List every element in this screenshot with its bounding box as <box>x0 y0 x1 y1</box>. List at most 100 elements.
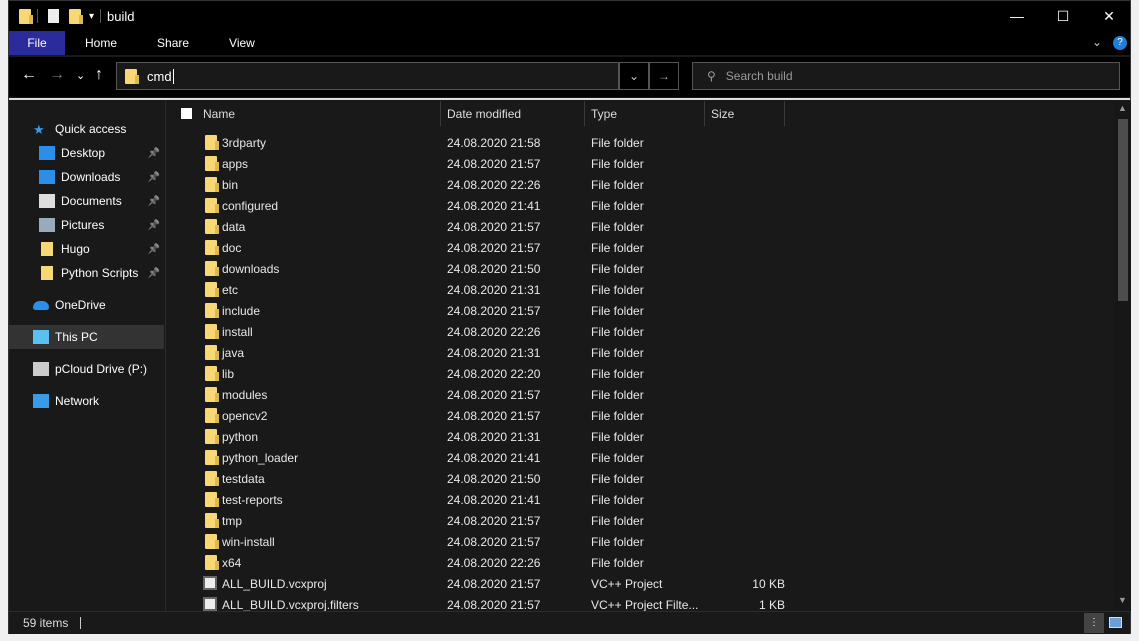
file-name: include <box>222 304 261 318</box>
file-type: File folder <box>591 346 644 360</box>
tab-home[interactable]: Home <box>65 31 137 55</box>
address-input[interactable]: cmd <box>147 68 174 84</box>
address-bar[interactable]: cmd <box>116 62 619 90</box>
file-date: 24.08.2020 21:41 <box>447 199 541 213</box>
sidebar-item-onedrive[interactable]: OneDrive <box>9 293 164 317</box>
file-type: File folder <box>591 556 644 570</box>
file-type: File folder <box>591 157 644 171</box>
pin-icon[interactable]: 📌 <box>148 268 160 279</box>
properties-icon[interactable] <box>48 9 59 23</box>
pin-icon[interactable]: 📌 <box>148 148 160 159</box>
file-date: 24.08.2020 21:57 <box>447 157 541 171</box>
pin-icon[interactable]: 📌 <box>148 196 160 207</box>
file-row[interactable]: apps 24.08.2020 21:57 File folder <box>167 153 1114 174</box>
file-date: 24.08.2020 21:50 <box>447 262 541 276</box>
column-header-type[interactable]: Type <box>591 107 617 121</box>
file-row[interactable]: bin 24.08.2020 22:26 File folder <box>167 174 1114 195</box>
search-box[interactable]: ⚲ Search build <box>692 62 1120 90</box>
scroll-down-icon[interactable]: ▼ <box>1118 595 1127 605</box>
sidebar-item-network[interactable]: Network <box>9 389 164 413</box>
column-header-size[interactable]: Size <box>711 107 734 121</box>
file-type: File folder <box>591 220 644 234</box>
file-row[interactable]: doc 24.08.2020 21:57 File folder <box>167 237 1114 258</box>
sidebar-item-hugo[interactable]: Hugo 📌 <box>9 237 164 261</box>
pin-icon[interactable]: 📌 <box>148 244 160 255</box>
file-type: File folder <box>591 325 644 339</box>
folder-icon <box>41 266 53 280</box>
file-row[interactable]: downloads 24.08.2020 21:50 File folder <box>167 258 1114 279</box>
file-row[interactable]: x64 24.08.2020 22:26 File folder <box>167 552 1114 573</box>
sidebar-item-label: Documents <box>61 194 122 208</box>
expand-ribbon-icon[interactable]: ⌄ <box>1092 35 1102 49</box>
file-row[interactable]: java 24.08.2020 21:31 File folder <box>167 342 1114 363</box>
sidebar-item-pcloud-drive-p[interactable]: pCloud Drive (P:) <box>9 357 164 381</box>
close-button[interactable]: ✕ <box>1086 1 1132 31</box>
sidebar-item-python-scripts[interactable]: Python Scripts 📌 <box>9 261 164 285</box>
file-row[interactable]: tmp 24.08.2020 21:57 File folder <box>167 510 1114 531</box>
file-row[interactable]: etc 24.08.2020 21:31 File folder <box>167 279 1114 300</box>
forward-button[interactable]: → <box>49 66 65 84</box>
column-header-name[interactable]: Name <box>203 107 235 121</box>
scroll-up-icon[interactable]: ▲ <box>1118 103 1127 113</box>
document-icon <box>39 194 55 208</box>
file-row[interactable]: ALL_BUILD.vcxproj 24.08.2020 21:57 VC++ Pr… <box>167 573 1114 594</box>
file-type: File folder <box>591 262 644 276</box>
file-date: 24.08.2020 21:57 <box>447 409 541 423</box>
maximize-button[interactable]: ☐ <box>1040 1 1086 31</box>
sidebar-item-label: Network <box>55 394 100 408</box>
search-input[interactable]: Search build <box>726 69 793 83</box>
file-row[interactable]: install 24.08.2020 22:26 File folder <box>167 321 1114 342</box>
file-name: python_loader <box>222 451 299 465</box>
sidebar-item-pictures[interactable]: Pictures 📌 <box>9 213 164 237</box>
file-type: VC++ Project Filte... <box>591 598 699 611</box>
project-file-icon <box>203 597 217 611</box>
file-row[interactable]: include 24.08.2020 21:57 File folder <box>167 300 1114 321</box>
help-icon[interactable]: ? <box>1113 36 1127 50</box>
file-date: 24.08.2020 21:58 <box>447 136 541 150</box>
sidebar-item-downloads[interactable]: Downloads 📌 <box>9 165 164 189</box>
up-button[interactable]: ↑ <box>95 66 103 84</box>
vertical-scrollbar[interactable]: ▲ ▼ <box>1114 101 1131 611</box>
column-headers: ^ Name Date modified Type Size <box>167 101 1114 126</box>
pin-icon[interactable]: 📌 <box>148 172 160 183</box>
address-dropdown-button[interactable]: ⌄ <box>619 62 649 90</box>
file-row[interactable]: data 24.08.2020 21:57 File folder <box>167 216 1114 237</box>
file-row[interactable]: ALL_BUILD.vcxproj.filters 24.08.2020 21:5… <box>167 594 1114 611</box>
back-button[interactable]: ← <box>21 66 37 84</box>
sidebar-item-quick-access[interactable]: ★ Quick access <box>9 117 164 141</box>
file-row[interactable]: modules 24.08.2020 21:57 File folder <box>167 384 1114 405</box>
details-view-button[interactable]: ⋮ <box>1084 613 1104 633</box>
sidebar-item-label: Pictures <box>61 218 105 232</box>
file-name: etc <box>222 283 239 297</box>
tab-share[interactable]: Share <box>137 31 209 55</box>
file-row[interactable]: lib 24.08.2020 22:20 File folder <box>167 363 1114 384</box>
file-date: 24.08.2020 22:26 <box>447 325 541 339</box>
go-button[interactable]: → <box>649 62 679 90</box>
pin-icon[interactable]: 📌 <box>148 220 160 231</box>
large-icons-view-button[interactable] <box>1109 617 1122 628</box>
file-row[interactable]: opencv2 24.08.2020 21:57 File folder <box>167 405 1114 426</box>
sidebar-item-this-pc[interactable]: This PC <box>9 325 164 349</box>
file-row[interactable]: python 24.08.2020 21:31 File folder <box>167 426 1114 447</box>
file-row[interactable]: test-reports 24.08.2020 21:41 File folder <box>167 489 1114 510</box>
sidebar-item-documents[interactable]: Documents 📌 <box>9 189 164 213</box>
column-header-date[interactable]: Date modified <box>447 107 521 121</box>
file-row[interactable]: configured 24.08.2020 21:41 File folder <box>167 195 1114 216</box>
minimize-button[interactable]: — <box>994 1 1040 31</box>
file-row[interactable]: 3rdparty 24.08.2020 21:58 File folder <box>167 132 1114 153</box>
scrollbar-thumb[interactable] <box>1118 119 1128 301</box>
file-row[interactable]: testdata 24.08.2020 21:50 File folder <box>167 468 1114 489</box>
new-folder-icon[interactable] <box>69 8 83 24</box>
customize-toolbar-icon[interactable]: ▾ <box>89 11 94 22</box>
select-all-checkbox[interactable] <box>181 108 192 119</box>
tab-view[interactable]: View <box>209 31 275 55</box>
computer-icon <box>33 330 49 344</box>
file-type: File folder <box>591 388 644 402</box>
sidebar-item-desktop[interactable]: Desktop 📌 <box>9 141 164 165</box>
file-row[interactable]: win-install 24.08.2020 21:57 File folder <box>167 531 1114 552</box>
tab-file[interactable]: File <box>9 31 65 55</box>
download-icon <box>39 170 55 184</box>
file-row[interactable]: python_loader 24.08.2020 21:41 File folder <box>167 447 1114 468</box>
file-date: 24.08.2020 21:31 <box>447 346 541 360</box>
recent-locations-button[interactable]: ⌄ <box>76 69 85 82</box>
